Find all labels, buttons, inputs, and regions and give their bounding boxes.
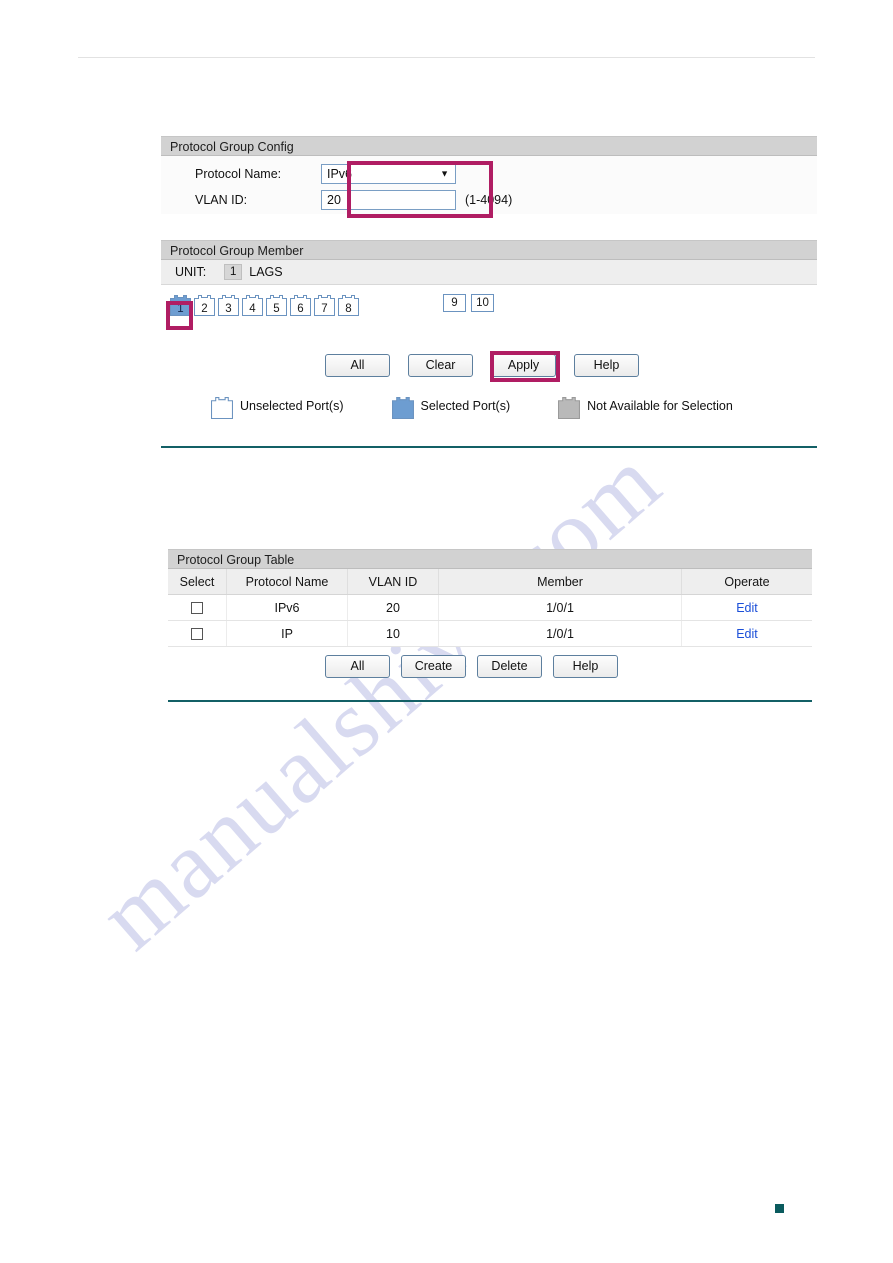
lag-port-9[interactable]: 9 bbox=[443, 294, 466, 312]
legend-item-selected: Selected Port(s) bbox=[391, 396, 511, 420]
protocol-name-row: Protocol Name: IPv6 ▼ bbox=[161, 163, 456, 185]
page-corner-marker bbox=[775, 1204, 784, 1213]
port-unavailable-icon bbox=[558, 396, 581, 420]
row-0-protocol-name: IPv6 bbox=[226, 594, 348, 621]
port-strip-lags: 9 10 bbox=[443, 294, 494, 312]
column-header-protocol-name: Protocol Name bbox=[226, 569, 348, 595]
chevron-down-icon: ▼ bbox=[440, 168, 449, 179]
unit-tab-1[interactable]: 1 bbox=[224, 264, 243, 280]
port-8[interactable]: 8 bbox=[338, 294, 359, 316]
protocol-group-config-title: Protocol Group Config bbox=[161, 136, 817, 156]
protocol-group-member-panel: Protocol Group Member UNIT: 1 LAGS 1 2 3 4 5… bbox=[161, 240, 817, 330]
port-strip-unit1: 1 2 3 4 5 6 7 8 bbox=[170, 294, 359, 316]
member-all-button[interactable]: All bbox=[325, 354, 390, 377]
port-8-label: 8 bbox=[345, 303, 352, 315]
legend-label-unavailable: Not Available for Selection bbox=[587, 399, 733, 413]
member-button-row: All Clear Apply Help bbox=[325, 354, 639, 377]
port-5-label: 5 bbox=[273, 303, 280, 315]
row-0-checkbox[interactable] bbox=[191, 602, 203, 615]
lags-tab[interactable]: LAGS bbox=[249, 265, 282, 279]
legend-item-unselected: Unselected Port(s) bbox=[211, 396, 344, 420]
row-0-operate-cell: Edit bbox=[681, 594, 812, 621]
port-6[interactable]: 6 bbox=[290, 294, 311, 316]
protocol-name-label: Protocol Name: bbox=[195, 167, 282, 181]
port-2-label: 2 bbox=[201, 303, 208, 315]
row-1-protocol-name: IP bbox=[226, 620, 348, 647]
page-top-rule bbox=[78, 57, 815, 58]
port-legend: Unselected Port(s) Selected Port(s) Not Av… bbox=[161, 396, 817, 420]
member-clear-button[interactable]: Clear bbox=[408, 354, 473, 377]
port-selected-icon bbox=[391, 396, 414, 420]
port-3-label: 3 bbox=[225, 303, 232, 315]
protocol-group-config-body: Protocol Name: IPv6 ▼ VLAN ID: (1-4094) bbox=[161, 156, 817, 214]
protocol-group-table-panel: Protocol Group Table Select Protocol Nam… bbox=[168, 549, 812, 647]
port-2[interactable]: 2 bbox=[194, 294, 215, 316]
vlan-id-row: VLAN ID: (1-4094) bbox=[161, 189, 512, 211]
row-0-vlan-id: 20 bbox=[347, 594, 439, 621]
table-help-button[interactable]: Help bbox=[553, 655, 618, 678]
table-body: IPv6 20 1/0/1 Edit IP 10 1/0/1 Edit bbox=[168, 594, 812, 647]
table-button-row: All Create Delete Help bbox=[325, 655, 618, 678]
port-4[interactable]: 4 bbox=[242, 294, 263, 316]
column-header-operate: Operate bbox=[681, 569, 812, 595]
column-header-member: Member bbox=[438, 569, 682, 595]
ports-area: 1 2 3 4 5 6 7 8 9 10 bbox=[161, 285, 817, 330]
row-1-member: 1/0/1 bbox=[438, 620, 682, 647]
section-divider-2 bbox=[168, 700, 812, 702]
lag-port-10[interactable]: 10 bbox=[471, 294, 494, 312]
table-delete-button[interactable]: Delete bbox=[477, 655, 542, 678]
vlan-id-range-hint: (1-4094) bbox=[465, 193, 513, 207]
table-header-row: Select Protocol Name VLAN ID Member Oper… bbox=[168, 569, 812, 595]
legend-item-unavailable: Not Available for Selection bbox=[558, 396, 733, 420]
port-7-label: 7 bbox=[321, 303, 328, 315]
protocol-group-table-title: Protocol Group Table bbox=[168, 549, 812, 569]
protocol-group-config-panel: Protocol Group Config Protocol Name: IPv… bbox=[161, 136, 817, 214]
port-5[interactable]: 5 bbox=[266, 294, 287, 316]
row-1-select-cell bbox=[168, 620, 227, 647]
member-help-button[interactable]: Help bbox=[574, 354, 639, 377]
member-apply-button[interactable]: Apply bbox=[491, 354, 556, 377]
vlan-id-input[interactable] bbox=[321, 190, 456, 210]
port-1-label: 1 bbox=[177, 303, 184, 315]
section-divider-1 bbox=[161, 446, 817, 448]
column-header-vlan-id: VLAN ID bbox=[347, 569, 439, 595]
protocol-name-select[interactable]: IPv6 ▼ bbox=[321, 164, 456, 184]
watermark-text: manualshive.com bbox=[78, 426, 681, 970]
port-1[interactable]: 1 bbox=[170, 294, 191, 316]
row-0-select-cell bbox=[168, 594, 227, 621]
protocol-group-table: Select Protocol Name VLAN ID Member Oper… bbox=[168, 569, 812, 647]
port-6-label: 6 bbox=[297, 303, 304, 315]
row-1-vlan-id: 10 bbox=[347, 620, 439, 647]
row-1-operate-cell: Edit bbox=[681, 620, 812, 647]
row-0-member: 1/0/1 bbox=[438, 594, 682, 621]
unit-lags-row: UNIT: 1 LAGS bbox=[161, 260, 817, 285]
table-all-button[interactable]: All bbox=[325, 655, 390, 678]
legend-label-unselected: Unselected Port(s) bbox=[240, 399, 344, 413]
column-header-select: Select bbox=[168, 569, 227, 595]
row-0-edit-link[interactable]: Edit bbox=[736, 601, 758, 615]
port-unselected-icon bbox=[211, 396, 233, 420]
protocol-group-member-title: Protocol Group Member bbox=[161, 240, 817, 260]
port-4-label: 4 bbox=[249, 303, 256, 315]
table-create-button[interactable]: Create bbox=[401, 655, 466, 678]
vlan-id-label: VLAN ID: bbox=[195, 193, 248, 207]
row-1-checkbox[interactable] bbox=[191, 628, 203, 641]
table-row: IPv6 20 1/0/1 Edit bbox=[168, 594, 812, 621]
protocol-name-selected-value: IPv6 bbox=[327, 167, 353, 181]
unit-label: UNIT: bbox=[175, 265, 207, 279]
legend-label-selected: Selected Port(s) bbox=[420, 399, 511, 413]
port-3[interactable]: 3 bbox=[218, 294, 239, 316]
port-7[interactable]: 7 bbox=[314, 294, 335, 316]
table-row: IP 10 1/0/1 Edit bbox=[168, 620, 812, 647]
row-1-edit-link[interactable]: Edit bbox=[736, 627, 758, 641]
